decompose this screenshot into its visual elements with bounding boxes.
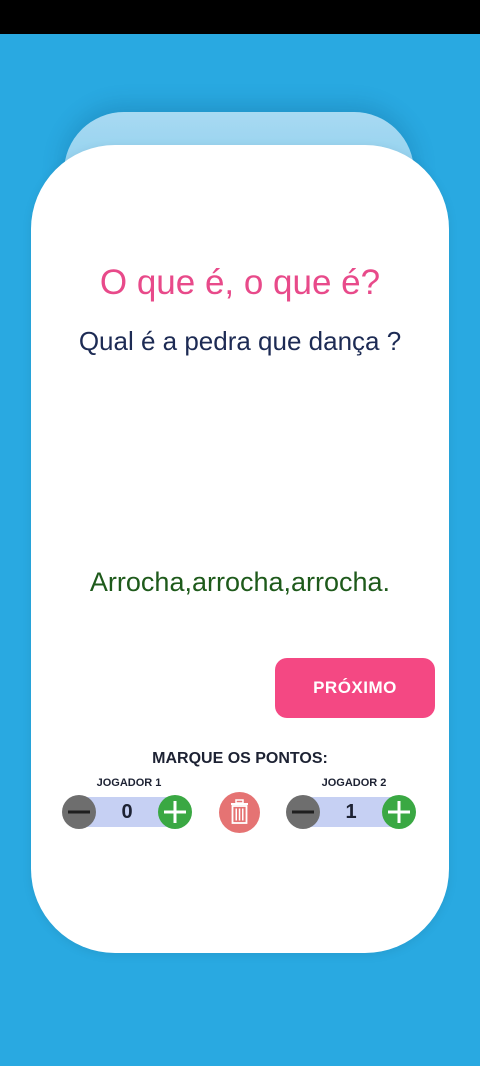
plus-icon [388,801,410,823]
player1-minus-button[interactable] [62,795,96,829]
reset-scores-button[interactable] [219,792,260,833]
next-button[interactable]: PRÓXIMO [275,658,435,718]
riddle-title: O que é, o que é? [99,263,381,302]
player2-plus-button[interactable] [382,795,416,829]
minus-icon [68,810,90,814]
minus-icon [292,810,314,814]
trash-icon [231,799,248,824]
player1-counter: 0 [62,795,192,829]
riddle-question: Qual é a pedra que dança ? [78,326,402,356]
player1-label: JOGADOR 1 [96,777,162,789]
status-bar [0,0,480,34]
player2-minus-button[interactable] [286,795,320,829]
player2-counter: 1 [286,795,416,829]
riddle-answer: Arrocha,arrocha,arrocha. [89,567,391,597]
player1-plus-button[interactable] [158,795,192,829]
plus-icon [164,801,186,823]
score-title: MARQUE OS PONTOS: [152,750,328,767]
player2-label: JOGADOR 2 [321,777,387,789]
